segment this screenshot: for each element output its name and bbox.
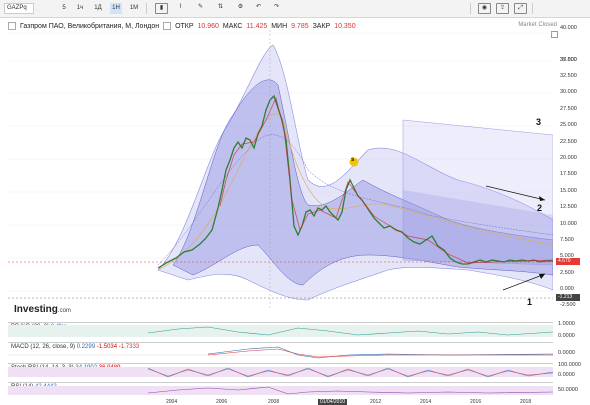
undo-icon[interactable]: ↶ <box>253 3 264 12</box>
time-tick: 2018 <box>520 399 532 405</box>
open-value: 10.960 <box>197 23 219 30</box>
bb-chart <box>8 325 553 337</box>
bb-axis-tick: 1.0000 <box>558 321 575 327</box>
price-tick: 15.000 <box>560 188 577 194</box>
price-tick: 2.500 <box>560 270 574 276</box>
bb-axis-tick: 0.0000 <box>558 333 575 339</box>
time-tick: 2008 <box>268 399 280 405</box>
annotation-2: 2 <box>537 203 543 213</box>
time-tick: 2014 <box>420 399 432 405</box>
symbol-input[interactable]: GAZPq <box>4 3 34 14</box>
indicators-icon[interactable]: ⌇ <box>175 3 186 12</box>
close-label: ЗАКР <box>312 23 331 30</box>
split-marker-label: s <box>351 157 355 163</box>
redo-icon[interactable]: ↷ <box>271 3 282 12</box>
macd-chart <box>8 346 553 359</box>
price-tick: 0.000 <box>560 286 574 292</box>
stochrsi-panel[interactable]: Stoch RSI (14, 14, 3, 3) 34.1902 36.9489… <box>8 362 581 381</box>
stochrsi-axis-tick: 0.0000 <box>558 372 575 378</box>
price-tick: -2.500 <box>560 302 576 308</box>
drawing-icon[interactable]: ✎ <box>195 3 206 12</box>
time-tick: 2012 <box>370 399 382 405</box>
price-tick: 35.000 <box>560 57 577 63</box>
chart-toolbar: GAZPq 5 1ч 1Д 1Н 1М ▮ ⌇ ✎ ⇅ ⚙ ↶ ↷ ◉ ⇪ ⤢ <box>0 0 590 18</box>
rsi-chart <box>8 386 553 395</box>
interval-1h[interactable]: 1ч <box>74 3 86 14</box>
rsi-panel[interactable]: RSI (14) 42.4442 50.0000 <box>8 382 578 399</box>
share-icon[interactable]: ⇪ <box>496 3 509 14</box>
price-tick: 20.000 <box>560 155 577 161</box>
time-tick: 2006 <box>216 399 228 405</box>
bb-panel[interactable]: BB %B (20, 2) 0.4fss 1.0000 0.0000 <box>8 321 575 341</box>
title-box-icon <box>8 22 16 31</box>
stochrsi-chart <box>8 367 553 378</box>
fullscreen-icon[interactable]: ⤢ <box>514 3 527 14</box>
stochrsi-axis-tick: 100.0000 <box>558 362 581 368</box>
macd-panel[interactable]: MACD (12, 26, close, 9) 0.2299 -1.5034 -… <box>8 342 575 363</box>
time-crosshair-label: 01/04/2010 <box>318 399 348 405</box>
price-chart[interactable] <box>8 30 553 310</box>
interval-1m[interactable]: 1М <box>128 3 140 14</box>
price-tick: 10.000 <box>560 221 577 227</box>
interval-1d[interactable]: 1Д <box>92 3 104 14</box>
investing-logo: Investing.com <box>14 304 71 315</box>
time-tick: 2016 <box>470 399 482 405</box>
interval-5[interactable]: 5 <box>58 3 70 14</box>
high-value: 11.425 <box>246 23 268 30</box>
price-axis[interactable]: 40.000 37.500 35.000 32.500 30.000 27.50… <box>556 25 590 405</box>
price-tick: 17.500 <box>560 171 577 177</box>
interval-1w[interactable]: 1Н <box>110 3 122 14</box>
price-tick: 12.500 <box>560 204 577 210</box>
high-label: МАКС <box>222 23 243 30</box>
rsi-axis-tick: 50.0000 <box>558 387 578 393</box>
chart-title: Газпром ПАО, Великобритания, М, Лондон <box>19 23 160 30</box>
price-tick: 7.500 <box>560 237 574 243</box>
price-tick: 27.500 <box>560 106 577 112</box>
annotation-1: 1 <box>527 297 533 307</box>
low-price-tag: -1.213 <box>556 294 580 301</box>
chart-type-icon[interactable]: ▮ <box>155 3 168 14</box>
current-price-tag: 4.670 <box>556 258 580 265</box>
price-tick: 30.000 <box>560 89 577 95</box>
annotation-3: 3 <box>536 117 542 127</box>
camera-icon[interactable]: ◉ <box>478 3 491 14</box>
low-value: 9.785 <box>291 23 309 30</box>
price-tick: 25.000 <box>560 122 577 128</box>
macd-axis-tick: 0.0000 <box>558 350 575 356</box>
price-tick: 22.500 <box>560 139 577 145</box>
close-value: 10.350 <box>334 23 356 30</box>
low-label: МИН <box>271 23 288 30</box>
time-axis[interactable]: 2004 2006 2008 01/04/2010 2012 2014 2016… <box>8 399 553 405</box>
price-tick: 32.500 <box>560 73 577 79</box>
legend-box-icon <box>163 22 172 31</box>
open-label: ОТКР <box>175 23 194 30</box>
price-tick: 40.000 <box>560 25 577 31</box>
compare-icon[interactable]: ⇅ <box>215 3 226 12</box>
settings-icon[interactable]: ⚙ <box>235 3 246 12</box>
time-tick: 2004 <box>166 399 178 405</box>
market-status: Market Closed <box>518 22 557 28</box>
